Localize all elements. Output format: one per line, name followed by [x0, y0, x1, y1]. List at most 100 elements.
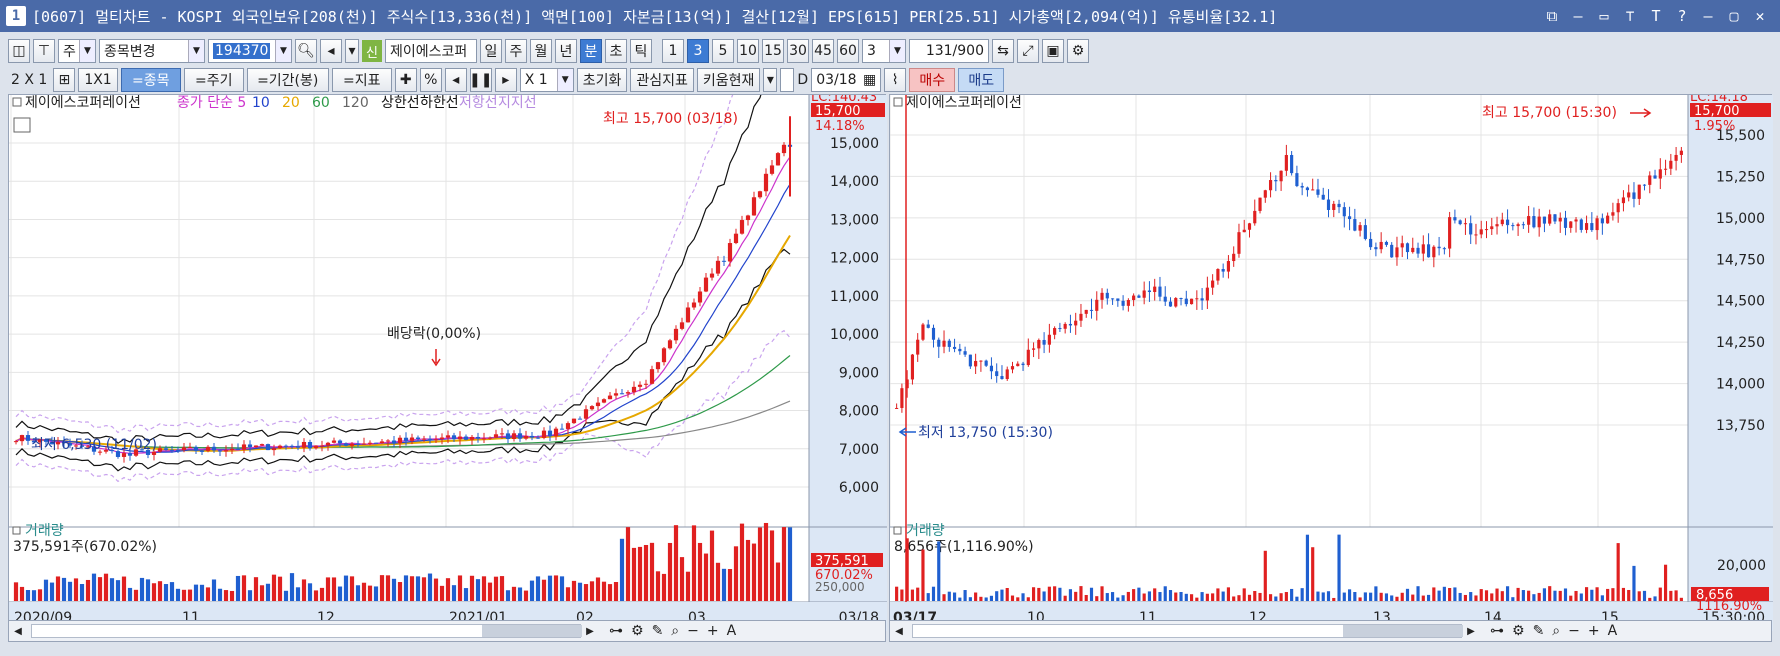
- sound-icon[interactable]: ◂: [320, 39, 342, 63]
- period-year-button[interactable]: 년: [555, 39, 577, 63]
- stock-name-field[interactable]: 제이에스코퍼: [385, 39, 477, 63]
- sell-button[interactable]: 매도: [958, 68, 1005, 92]
- search-icon[interactable]: 🔍︎: [295, 39, 317, 63]
- pin-icon[interactable]: ⊤: [1622, 7, 1638, 25]
- text-tool-icon[interactable]: A: [1608, 623, 1618, 639]
- scroll-left-arrow-icon[interactable]: ◀: [890, 621, 908, 641]
- save-icon[interactable]: ▣: [1042, 39, 1064, 63]
- range-field[interactable]: 131/900: [909, 39, 989, 63]
- zoom-in-icon[interactable]: +: [707, 623, 719, 639]
- volume-bar: [181, 589, 187, 601]
- minute-30-button[interactable]: 30: [787, 39, 809, 63]
- candle-body: [1637, 184, 1641, 199]
- candle-body: [307, 441, 313, 449]
- volume-bar: [1505, 586, 1510, 601]
- buy-button[interactable]: 매수: [909, 68, 956, 92]
- minute-10-button[interactable]: 10: [737, 39, 759, 63]
- chart-menu-icon[interactable]: ◫: [8, 39, 30, 63]
- left-chart-svg[interactable]: 15,000 14,000 13,000 12,000 11,000 10,000 9,00…: [9, 0, 887, 631]
- sync-stock-button[interactable]: =종목: [120, 68, 181, 92]
- period-month-button[interactable]: 월: [530, 39, 552, 63]
- scroll-thumb[interactable]: [482, 625, 582, 637]
- left-chart-panel[interactable]: 15,000 14,000 13,000 12,000 11,000 10,000 9,00…: [8, 0, 887, 631]
- zoom-glass-icon[interactable]: ⌕: [671, 623, 679, 639]
- gear-icon[interactable]: ⚙: [1067, 39, 1089, 63]
- close-button[interactable]: ✕: [1752, 7, 1768, 25]
- minimize-small-icon[interactable]: —: [1570, 7, 1586, 25]
- brush-icon[interactable]: ✎: [1533, 623, 1545, 639]
- percent-button[interactable]: %: [419, 68, 442, 92]
- zoom-glass-icon[interactable]: ⌕: [1552, 623, 1560, 639]
- new-listing-badge[interactable]: 신: [362, 40, 382, 62]
- layout-1x1-button[interactable]: 1X1: [78, 68, 118, 92]
- compare-icon[interactable]: ⇆: [992, 39, 1014, 63]
- drawing-tool-icon[interactable]: ⌇: [884, 68, 907, 92]
- minute-3-button[interactable]: 3: [687, 39, 709, 63]
- brush-icon[interactable]: ✎: [652, 623, 664, 639]
- right-scrollbar[interactable]: ◀ ▶ ⊶ ⚙ ✎ ⌕ − + A: [889, 620, 1772, 642]
- period-week-button[interactable]: 주: [505, 39, 527, 63]
- minute-5-button[interactable]: 5: [712, 39, 734, 63]
- zoom-select[interactable]: X 1 ▼: [519, 68, 574, 92]
- volume-bar: [984, 597, 988, 601]
- period-day-button[interactable]: 일: [480, 39, 502, 63]
- link-icon[interactable]: ⧉: [1544, 7, 1560, 25]
- expand-icon[interactable]: ⤢: [1017, 39, 1039, 63]
- right-chart-panel[interactable]: 15,500 15,250 15,000 14,750 14,500 14,250 14,0…: [889, 90, 1773, 631]
- help-icon[interactable]: ?: [1674, 7, 1690, 25]
- period-tick-button[interactable]: 틱: [630, 39, 652, 63]
- minute-60-button[interactable]: 60: [837, 39, 859, 63]
- zoom-slider-icon[interactable]: ⊶: [609, 623, 623, 639]
- crosshair-icon[interactable]: ✚: [394, 68, 417, 92]
- chart-settings-icon[interactable]: ⚙: [631, 623, 644, 639]
- zoom-out-icon[interactable]: −: [1568, 623, 1580, 639]
- scroll-left-arrow-icon[interactable]: ◀: [9, 621, 27, 641]
- stock-change-select[interactable]: 종목변경 ▼: [99, 39, 205, 63]
- zoom-slider-icon[interactable]: ⊶: [1490, 623, 1504, 639]
- minute-1-button[interactable]: 1: [662, 39, 684, 63]
- sync-range-button[interactable]: =기간(봉): [246, 68, 329, 92]
- volume-bar: [1095, 596, 1099, 601]
- sound-dropdown-icon[interactable]: ▾: [345, 39, 359, 63]
- period-minute-button[interactable]: 분: [580, 39, 602, 63]
- reset-button[interactable]: 초기화: [576, 68, 628, 92]
- date-field[interactable]: 03/18 ▦: [811, 68, 882, 92]
- pause-icon[interactable]: ❚❚: [469, 68, 492, 92]
- right-chart-svg[interactable]: 15,50015,25015,00014,75014,50014,25014,0…: [889, 90, 1773, 631]
- unit-select[interactable]: 주 ▼: [58, 39, 96, 63]
- minute-45-button[interactable]: 45: [812, 39, 834, 63]
- window-number-badge[interactable]: 1: [6, 6, 26, 26]
- zoom-in-icon[interactable]: +: [1588, 623, 1600, 639]
- text-tool-icon[interactable]: A: [727, 623, 737, 639]
- pin-top-icon[interactable]: ⊤: [33, 39, 55, 63]
- scroll-right-arrow-icon[interactable]: ▶: [1462, 621, 1480, 641]
- period-second-button[interactable]: 초: [605, 39, 627, 63]
- kiwoom-dropdown-icon[interactable]: ▾: [763, 68, 778, 92]
- kiwoom-current-button[interactable]: 키움현재: [696, 68, 761, 92]
- high-arrow-icon: [1630, 108, 1652, 118]
- scroll-track[interactable]: [912, 624, 1463, 638]
- scroll-thumb[interactable]: [1343, 625, 1463, 637]
- sync-period-button[interactable]: =주기: [183, 68, 244, 92]
- calendar-icon[interactable]: ▦: [863, 72, 876, 88]
- zoom-out-icon[interactable]: −: [687, 623, 699, 639]
- interval-count-select[interactable]: 3 ▼: [862, 39, 906, 63]
- scroll-left-icon[interactable]: ◂: [444, 68, 467, 92]
- stock-code-input[interactable]: 194370 ▼: [208, 39, 292, 63]
- volume-bar: [355, 585, 361, 601]
- restore-icon[interactable]: ▭: [1596, 7, 1612, 25]
- minute-15-button[interactable]: 15: [762, 39, 784, 63]
- sync-indicator-button[interactable]: =지표: [331, 68, 392, 92]
- maximize-button[interactable]: ▢: [1726, 7, 1742, 25]
- date-checkbox[interactable]: [780, 68, 795, 92]
- font-size-icon[interactable]: T: [1648, 7, 1664, 25]
- grid-layout-icon[interactable]: ⊞: [53, 68, 76, 92]
- scroll-right-arrow-icon[interactable]: ▶: [581, 621, 599, 641]
- chart-settings-icon[interactable]: ⚙: [1512, 623, 1525, 639]
- scroll-right-icon[interactable]: ▸: [494, 68, 517, 92]
- left-scrollbar[interactable]: ◀ ▶ ⊶ ⚙ ✎ ⌕ − + A: [8, 620, 886, 642]
- scroll-track[interactable]: [31, 624, 582, 638]
- minimize-button[interactable]: —: [1700, 7, 1716, 25]
- label-box-icon: [12, 526, 21, 535]
- watch-indicator-button[interactable]: 관심지표: [630, 68, 694, 92]
